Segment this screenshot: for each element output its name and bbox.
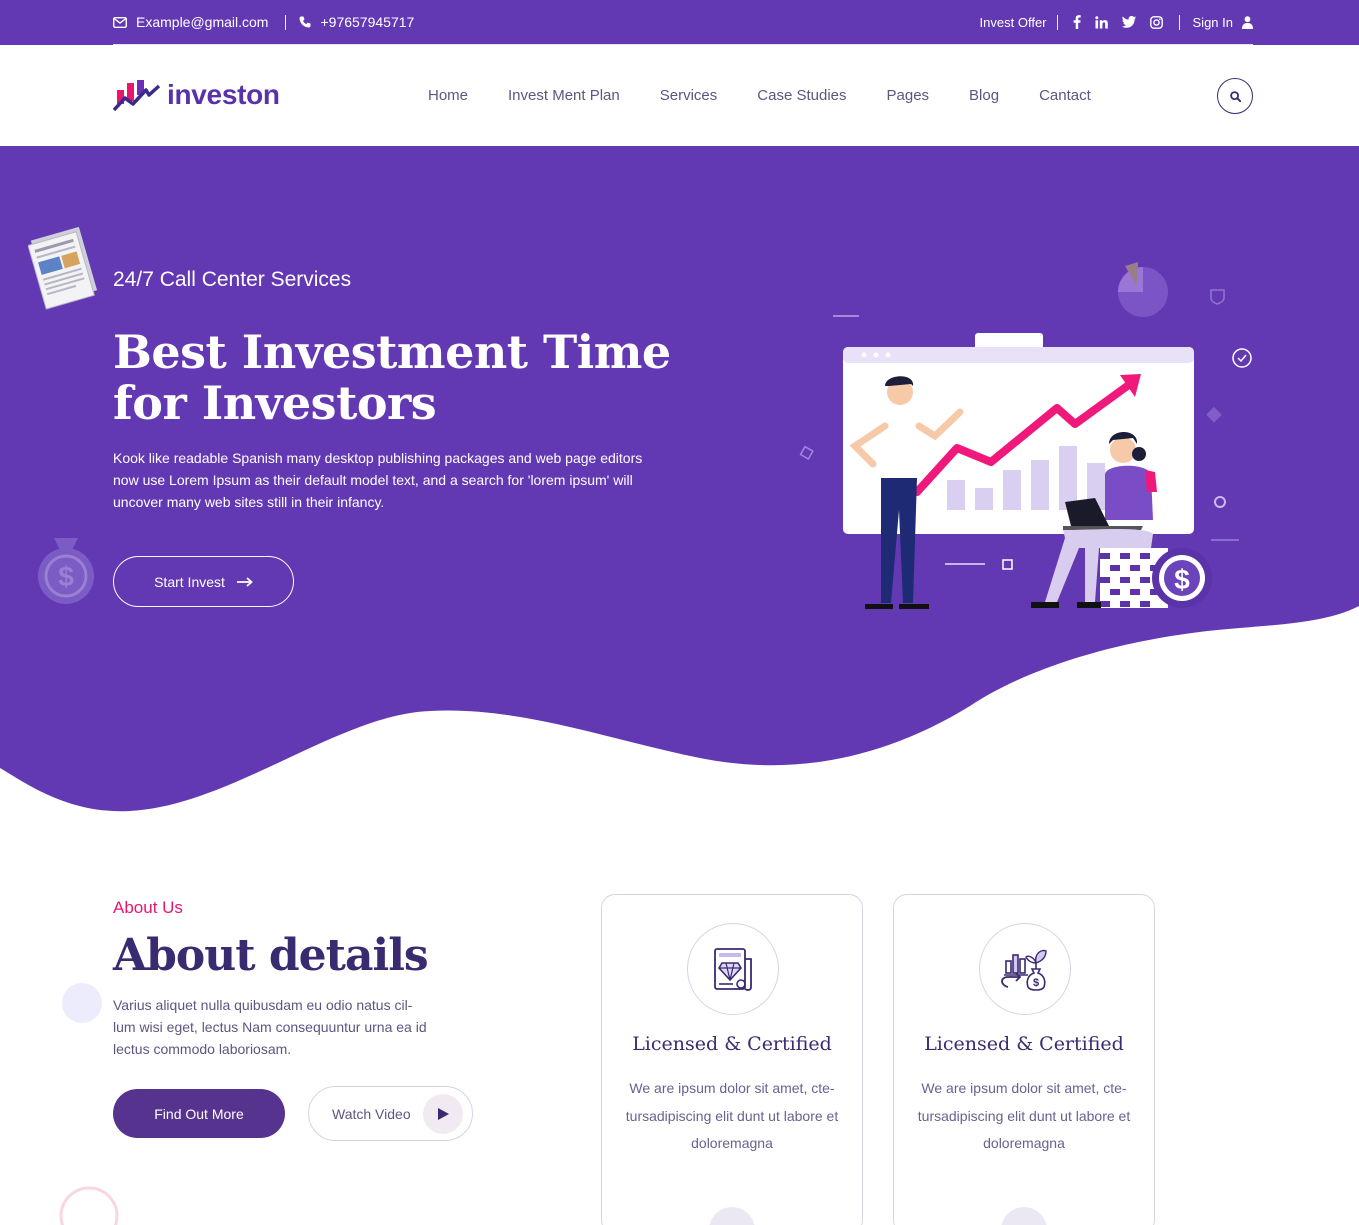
card-text: We are ipsum dolor sit amet, cte-tursadi… — [625, 1080, 839, 1151]
about-description: Varius aliquet nulla quibusdam eu odio n… — [113, 997, 427, 1057]
search-button[interactable] — [1217, 78, 1253, 114]
search-icon — [1229, 90, 1241, 102]
watch-video-label: Watch Video — [332, 1105, 411, 1122]
instagram-icon[interactable] — [1149, 15, 1163, 29]
divider — [1178, 14, 1180, 30]
hero-description: Kook like readable Spanish many desktop … — [113, 450, 643, 510]
watch-video-button[interactable]: Watch Video — [308, 1086, 473, 1141]
investment-growth-icon: $ — [1001, 949, 1047, 991]
card-text: We are ipsum dolor sit amet, cte-tursadi… — [917, 1080, 1131, 1151]
feature-card: $ Licensed & Certified We are ipsum dolo… — [893, 894, 1155, 1225]
signin-link[interactable]: Sign In — [1193, 15, 1253, 30]
envelope-icon — [113, 16, 127, 28]
social-links — [1073, 15, 1163, 29]
play-icon — [437, 1108, 449, 1120]
about-tag: About Us — [113, 898, 183, 917]
card-title: Licensed & Certified — [632, 1033, 832, 1055]
nav-pages[interactable]: Pages — [887, 87, 930, 104]
certificate-diamond-icon — [714, 948, 752, 991]
start-invest-button[interactable]: Start Invest — [113, 556, 294, 607]
decorative-ring — [59, 1186, 119, 1225]
find-out-more-label: Find Out More — [154, 1105, 244, 1122]
email-contact[interactable]: Example@gmail.com — [113, 14, 268, 30]
hero-title: Best Investment Time for Investors — [113, 325, 671, 430]
phone-contact[interactable]: +97657945717 — [299, 14, 414, 30]
newspaper-decoration-icon — [28, 226, 98, 310]
card-icon-circle: $ — [979, 923, 1071, 1015]
site-header: investon Home Invest Ment Plan Services … — [0, 45, 1359, 146]
feature-card: Licensed & Certified We are ipsum dolor … — [601, 894, 863, 1225]
nav-contact[interactable]: Cantact — [1039, 87, 1091, 104]
check-circle-icon — [1232, 348, 1252, 368]
pie-chart-decoration-icon — [1118, 262, 1168, 317]
phone-icon — [299, 16, 311, 28]
svg-text:$: $ — [1033, 977, 1039, 989]
nav-case-studies[interactable]: Case Studies — [757, 87, 846, 104]
svg-text:$: $ — [1174, 564, 1190, 595]
twitter-icon[interactable] — [1121, 16, 1136, 28]
logo-text: investon — [167, 79, 280, 110]
nav-home[interactable]: Home — [428, 87, 468, 104]
top-bar-inner: Example@gmail.com +97657945717 Invest Of… — [113, 0, 1253, 45]
decorative-circle — [62, 983, 102, 1023]
top-bar: Example@gmail.com +97657945717 Invest Of… — [0, 0, 1359, 45]
arrow-right-icon — [236, 576, 253, 587]
card-title: Licensed & Certified — [924, 1033, 1124, 1055]
divider — [285, 14, 287, 30]
shield-decoration-icon — [1210, 289, 1225, 305]
hero-illustration: $ — [799, 262, 1252, 609]
svg-text:$: $ — [58, 561, 74, 592]
nav-services[interactable]: Services — [660, 87, 718, 104]
nav-invest-plan[interactable]: Invest Ment Plan — [508, 87, 620, 104]
find-out-more-button[interactable]: Find Out More — [113, 1089, 285, 1138]
divider — [1056, 14, 1058, 30]
money-bag-decoration-icon: $ — [38, 538, 94, 604]
play-button[interactable] — [423, 1094, 463, 1134]
user-icon — [1242, 15, 1253, 29]
site-logo[interactable]: investon — [113, 78, 280, 112]
top-bar-right: Invest Offer Sign In — [980, 14, 1253, 30]
start-invest-label: Start Invest — [154, 573, 225, 590]
card-arrow-button[interactable] — [1001, 1207, 1047, 1225]
email-text: Example@gmail.com — [136, 14, 269, 30]
main-nav: Home Invest Ment Plan Services Case Stud… — [428, 87, 1091, 104]
signin-text: Sign In — [1192, 14, 1233, 30]
card-arrow-button[interactable] — [709, 1207, 755, 1225]
linkedin-icon[interactable] — [1094, 15, 1108, 29]
card-icon-circle — [687, 923, 779, 1015]
phone-text: +97657945717 — [320, 14, 415, 30]
hero-subtitle: 24/7 Call Center Services — [113, 268, 352, 291]
about-title: About details — [113, 930, 429, 981]
nav-blog[interactable]: Blog — [969, 87, 999, 104]
logo-chart-icon — [113, 80, 161, 112]
facebook-icon[interactable] — [1073, 15, 1081, 29]
invest-offer-link[interactable]: Invest Offer — [980, 15, 1047, 30]
